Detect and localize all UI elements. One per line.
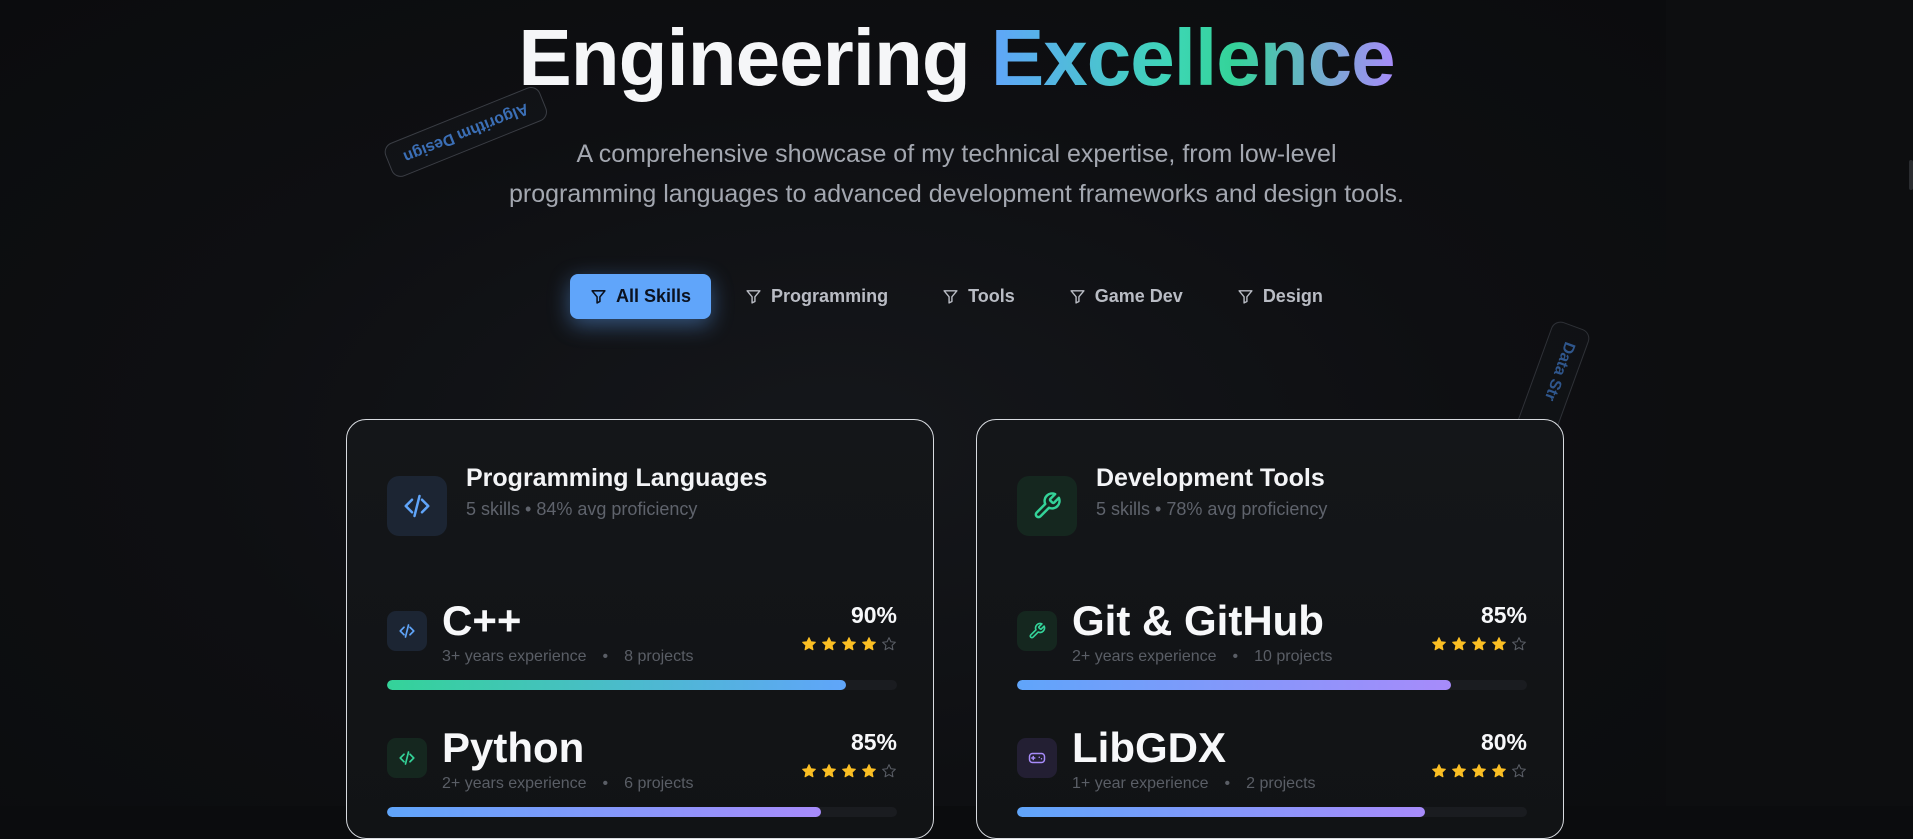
skill-card-development-tools: Development Tools 5 skills • 78% avg pro…: [976, 419, 1564, 839]
skill-row-cpp: C++ 3+ years experience • 8 projects 90%: [387, 597, 897, 702]
wrench-icon: [1017, 476, 1077, 536]
star-filled-icon: [1452, 764, 1466, 778]
skill-name: C++: [442, 597, 522, 644]
filter-label: Design: [1262, 286, 1323, 306]
skill-experience: 2+ years experience • 10 projects: [1072, 648, 1333, 665]
scroll-gutter: [1666, 0, 1913, 806]
star-filled-icon: [802, 764, 816, 778]
filter-icon: [746, 290, 761, 304]
card-meta: 5 skills • 84% avg proficiency: [466, 499, 698, 519]
star-filled-icon: [1432, 637, 1446, 651]
star-filled-icon: [842, 637, 856, 651]
proficiency-fill: [387, 807, 821, 817]
proficiency-fill: [1017, 807, 1425, 817]
filter-label: Game Dev: [1094, 286, 1183, 306]
filter-icon: [943, 290, 958, 304]
skill-percent: 90%: [850, 602, 897, 628]
skill-row-libgdx: LibGDX 1+ year experience • 2 projects 80%: [1017, 724, 1527, 829]
proficiency-bar: [1017, 680, 1527, 690]
skill-name: Git & GitHub: [1072, 597, 1324, 644]
skill-row-git-github: Git & GitHub 2+ years experience • 10 proj…: [1017, 597, 1527, 702]
filter-programming-button[interactable]: Programming: [725, 274, 908, 319]
filter-icon: [1238, 290, 1253, 304]
star-filled-icon: [862, 637, 876, 651]
filter-icon: [1070, 290, 1085, 304]
star-empty-icon: [882, 764, 896, 778]
star-filled-icon: [1432, 764, 1446, 778]
filter-label: All Skills: [616, 286, 692, 306]
proficiency-bar: [387, 807, 897, 817]
star-filled-icon: [862, 764, 876, 778]
star-filled-icon: [1452, 637, 1466, 651]
card-title: Development Tools: [1096, 464, 1325, 492]
filter-label: Tools: [968, 286, 1015, 306]
star-rating: [1431, 763, 1527, 779]
code-icon: [387, 738, 427, 778]
proficiency-bar: [1017, 807, 1527, 817]
filter-icon: [591, 290, 606, 304]
card-title: Programming Languages: [466, 464, 768, 492]
star-filled-icon: [822, 637, 836, 651]
gamepad-icon: [1017, 738, 1057, 778]
filter-label: Programming: [771, 286, 889, 306]
skill-card-programming-languages: Programming Languages 5 skills • 84% avg…: [346, 419, 934, 839]
star-filled-icon: [842, 764, 856, 778]
wrench-icon: [1017, 611, 1057, 651]
skill-experience: 1+ year experience • 2 projects: [1072, 775, 1316, 792]
title-main: Engineering: [518, 13, 991, 102]
skill-experience: 3+ years experience • 8 projects: [442, 648, 694, 665]
proficiency-bar: [387, 680, 897, 690]
star-filled-icon: [1472, 764, 1486, 778]
code-icon: [387, 476, 447, 536]
skill-percent: 85%: [850, 729, 897, 755]
filter-design-button[interactable]: Design: [1217, 274, 1343, 319]
subtitle-line-1: A comprehensive showcase of my technical…: [576, 140, 1337, 168]
page-subtitle: A comprehensive showcase of my technical…: [0, 134, 1913, 214]
title-accent: Excellence: [990, 13, 1396, 102]
star-filled-icon: [1492, 764, 1506, 778]
star-rating: [801, 636, 897, 652]
skill-percent: 85%: [1480, 602, 1527, 628]
subtitle-line-2: programming languages to advanced develo…: [509, 180, 1404, 208]
star-empty-icon: [1512, 764, 1526, 778]
star-rating: [801, 763, 897, 779]
star-rating: [1431, 636, 1527, 652]
card-meta: 5 skills • 78% avg proficiency: [1096, 499, 1328, 519]
star-empty-icon: [882, 637, 896, 651]
proficiency-fill: [387, 680, 846, 690]
skill-percent: 80%: [1480, 729, 1527, 755]
filter-game-dev-button[interactable]: Game Dev: [1049, 274, 1203, 319]
star-filled-icon: [822, 764, 836, 778]
filter-all-skills-button[interactable]: All Skills: [570, 274, 712, 319]
code-icon: [387, 611, 427, 651]
star-filled-icon: [1472, 637, 1486, 651]
star-filled-icon: [802, 637, 816, 651]
star-empty-icon: [1512, 637, 1526, 651]
proficiency-fill: [1017, 680, 1451, 690]
skill-row-python: Python 2+ years experience • 6 projects 85…: [387, 724, 897, 829]
skill-name: Python: [442, 724, 585, 771]
page-title: Engineering Excellence: [0, 14, 1913, 102]
skill-name: LibGDX: [1072, 724, 1226, 771]
filter-tools-button[interactable]: Tools: [922, 274, 1035, 319]
star-filled-icon: [1492, 637, 1506, 651]
skill-experience: 2+ years experience • 6 projects: [442, 775, 694, 792]
skill-filter-bar: All Skills Programming Tools Game Dev De…: [570, 274, 1343, 319]
